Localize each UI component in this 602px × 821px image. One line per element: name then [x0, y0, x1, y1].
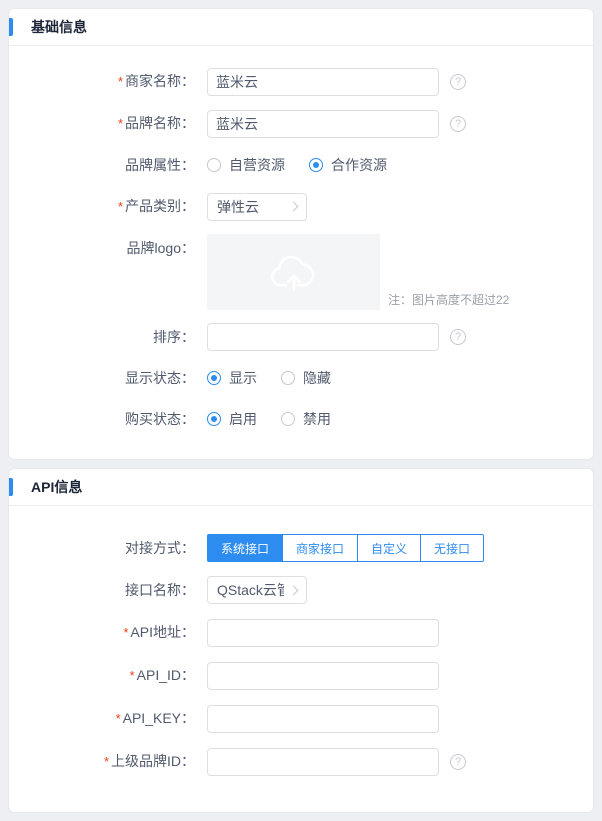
radio-icon	[207, 158, 221, 172]
connect-mode-row: 对接方式： 系统接口 商家接口 自定义 无接口	[9, 534, 573, 562]
brand-attr-label: 品牌属性：	[9, 151, 207, 179]
select-value: QStack云管...	[217, 580, 284, 600]
connect-mode-label: 对接方式：	[9, 534, 207, 562]
logo-upload-note: 注：图片高度不超过22	[388, 291, 509, 310]
required-mark: *	[130, 668, 135, 683]
required-mark: *	[116, 711, 121, 726]
parent-brand-id-row: *上级品牌ID： ?	[9, 747, 573, 776]
basic-info-body: *商家名称： ? *品牌名称： ? 品牌属性： 自营资源 合作资源	[9, 46, 593, 459]
api-info-header: API信息	[9, 469, 593, 506]
section-accent-bar	[9, 18, 13, 36]
connect-mode-button-custom[interactable]: 自定义	[357, 534, 421, 562]
api-address-label: *API地址：	[9, 618, 207, 647]
radio-label: 显示	[229, 368, 257, 388]
radio-label: 自营资源	[229, 155, 285, 175]
sort-label: 排序：	[9, 323, 207, 351]
sort-row: 排序： ?	[9, 323, 573, 351]
brand-name-row: *品牌名称： ?	[9, 109, 573, 138]
api-id-label: *API_ID：	[9, 661, 207, 690]
required-mark: *	[123, 625, 128, 640]
required-mark: *	[118, 199, 123, 214]
basic-info-card: 基础信息 *商家名称： ? *品牌名称： ? 品牌属性： 自营资源 合作资源	[8, 8, 594, 460]
api-info-card: API信息 对接方式： 系统接口 商家接口 自定义 无接口 接口名称： QSta…	[8, 468, 594, 813]
brand-name-label: *品牌名称：	[9, 109, 207, 138]
help-icon[interactable]: ?	[450, 74, 466, 90]
required-mark: *	[104, 754, 109, 769]
help-icon[interactable]: ?	[450, 116, 466, 132]
help-icon[interactable]: ?	[450, 754, 466, 770]
basic-info-header: 基础信息	[9, 9, 593, 46]
connect-mode-button-group: 系统接口 商家接口 自定义 无接口	[207, 534, 484, 562]
required-mark: *	[118, 74, 123, 89]
radio-option-show[interactable]: 显示	[207, 368, 257, 388]
radio-option-enable[interactable]: 启用	[207, 409, 257, 429]
radio-label: 隐藏	[303, 368, 331, 388]
section-title: 基础信息	[31, 17, 87, 37]
select-value: 弹性云	[217, 197, 259, 217]
merchant-name-row: *商家名称： ?	[9, 67, 573, 96]
help-icon[interactable]: ?	[450, 329, 466, 345]
chevron-right-icon	[289, 585, 299, 595]
display-status-row: 显示状态： 显示 隐藏	[9, 364, 573, 392]
purchase-status-label: 购买状态：	[9, 405, 207, 433]
api-info-body: 对接方式： 系统接口 商家接口 自定义 无接口 接口名称： QStack云管..…	[9, 506, 593, 812]
parent-brand-id-input[interactable]	[207, 748, 439, 776]
display-status-radio-group: 显示 隐藏	[207, 368, 355, 388]
sort-input[interactable]	[207, 323, 439, 351]
radio-option-coop-resource[interactable]: 合作资源	[309, 155, 387, 175]
section-title: API信息	[31, 477, 82, 497]
radio-option-disable[interactable]: 禁用	[281, 409, 331, 429]
radio-icon-checked	[207, 412, 221, 426]
parent-brand-id-label: *上级品牌ID：	[9, 747, 207, 776]
purchase-status-row: 购买状态： 启用 禁用	[9, 405, 573, 433]
radio-icon	[281, 371, 295, 385]
cloud-upload-icon	[265, 249, 323, 295]
brand-logo-label: 品牌logo：	[9, 234, 207, 262]
radio-label: 禁用	[303, 409, 331, 429]
radio-label: 合作资源	[331, 155, 387, 175]
api-id-input[interactable]	[207, 662, 439, 690]
api-id-row: *API_ID：	[9, 661, 573, 690]
chevron-right-icon	[289, 202, 299, 212]
api-address-row: *API地址：	[9, 618, 573, 647]
brand-attr-radio-group: 自营资源 合作资源	[207, 155, 411, 175]
interface-name-row: 接口名称： QStack云管...	[9, 576, 573, 604]
merchant-name-input[interactable]	[207, 68, 439, 96]
logo-upload-dropzone[interactable]	[207, 234, 380, 310]
radio-label: 启用	[229, 409, 257, 429]
interface-name-label: 接口名称：	[9, 576, 207, 604]
api-key-label: *API_KEY：	[9, 704, 207, 733]
api-address-input[interactable]	[207, 619, 439, 647]
radio-icon-checked	[207, 371, 221, 385]
connect-mode-button-system[interactable]: 系统接口	[207, 534, 283, 562]
merchant-name-label: *商家名称：	[9, 67, 207, 96]
api-key-input[interactable]	[207, 705, 439, 733]
brand-logo-row: 品牌logo： 注：图片高度不超过22	[9, 234, 573, 310]
product-category-label: *产品类别：	[9, 192, 207, 221]
radio-icon-checked	[309, 158, 323, 172]
product-category-select[interactable]: 弹性云	[207, 193, 307, 221]
display-status-label: 显示状态：	[9, 364, 207, 392]
radio-option-hide[interactable]: 隐藏	[281, 368, 331, 388]
brand-name-input[interactable]	[207, 110, 439, 138]
radio-option-self-resource[interactable]: 自营资源	[207, 155, 285, 175]
api-key-row: *API_KEY：	[9, 704, 573, 733]
connect-mode-button-merchant[interactable]: 商家接口	[282, 534, 358, 562]
product-category-row: *产品类别： 弹性云	[9, 192, 573, 221]
section-accent-bar	[9, 478, 13, 496]
connect-mode-button-none[interactable]: 无接口	[420, 534, 484, 562]
required-mark: *	[118, 116, 123, 131]
radio-icon	[281, 412, 295, 426]
brand-attr-row: 品牌属性： 自营资源 合作资源	[9, 151, 573, 179]
purchase-status-radio-group: 启用 禁用	[207, 409, 355, 429]
interface-name-select[interactable]: QStack云管...	[207, 576, 307, 604]
